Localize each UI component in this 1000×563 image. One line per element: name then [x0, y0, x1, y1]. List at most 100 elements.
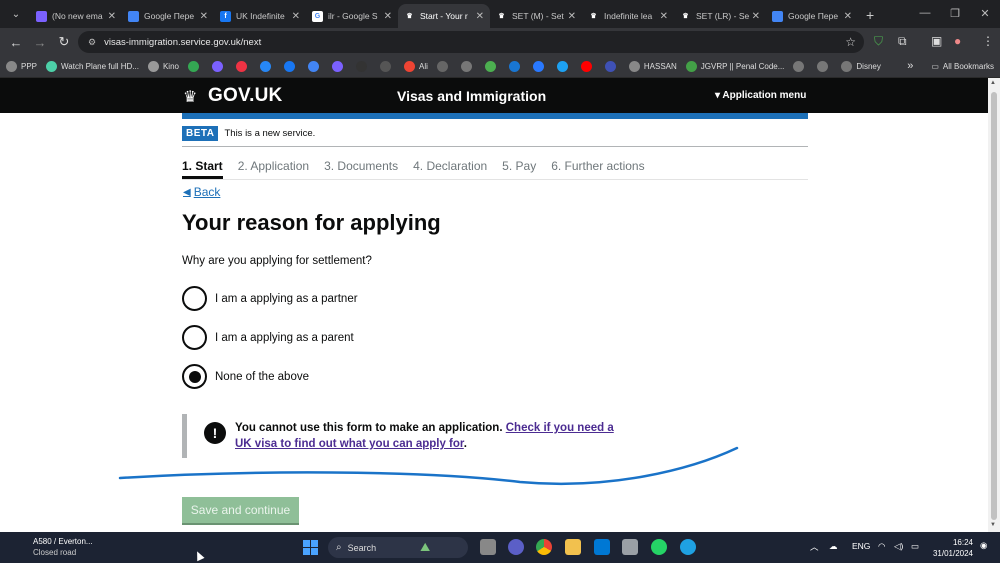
- bookmark-item[interactable]: Ali: [403, 61, 428, 72]
- bookmark-label: Disney: [856, 62, 881, 71]
- bookmark-item[interactable]: [484, 61, 500, 72]
- tab-close-icon[interactable]: ✕: [844, 11, 852, 22]
- browser-tab[interactable]: ♛ Indefinite lea ✕: [582, 4, 674, 28]
- profile-avatar-icon[interactable]: ●: [954, 34, 961, 48]
- bookmark-item[interactable]: [355, 61, 371, 72]
- bookmark-item[interactable]: Disney: [841, 61, 881, 72]
- mail-icon: [36, 10, 47, 22]
- tab-close-icon[interactable]: ✕: [752, 11, 760, 22]
- browser-tab[interactable]: (No new ema ✕: [30, 4, 122, 28]
- bookmark-item[interactable]: [187, 61, 203, 72]
- bookmark-favicon-icon: [685, 61, 697, 72]
- app-icon[interactable]: [622, 539, 638, 555]
- bookmark-star-icon[interactable]: ☆: [845, 35, 856, 49]
- bookmark-favicon-icon: [604, 61, 616, 72]
- tab-close-icon[interactable]: ✕: [660, 11, 668, 22]
- bookmark-item[interactable]: [460, 61, 476, 72]
- notifications-icon[interactable]: ◉: [980, 540, 987, 551]
- browser-tab[interactable]: f UK Indefinite ✕: [214, 4, 306, 28]
- browser-tab[interactable]: Google Пере ✕: [766, 4, 858, 28]
- clock[interactable]: 16:24 31/01/2024: [931, 537, 973, 559]
- taskbar-search[interactable]: ⌕ Search ⛰: [328, 537, 468, 558]
- bookmark-favicon-icon: [187, 61, 199, 72]
- minimize-icon[interactable]: —: [910, 0, 940, 26]
- bookmark-item[interactable]: [379, 61, 395, 72]
- windows-start-icon[interactable]: [303, 540, 318, 555]
- bookmark-item[interactable]: [556, 61, 572, 72]
- forward-arrow-icon[interactable]: →: [28, 35, 52, 50]
- browser-tab[interactable]: Gilr - Google S ✕: [306, 4, 398, 28]
- mail-app-icon[interactable]: [594, 539, 610, 555]
- scroll-down-icon[interactable]: ▼: [990, 522, 996, 528]
- browser-menu-icon[interactable]: ⋮: [982, 34, 994, 48]
- translate-icon: [772, 10, 783, 22]
- task-view-icon[interactable]: [480, 539, 496, 555]
- bookmark-item[interactable]: [259, 61, 275, 72]
- teams-icon[interactable]: [508, 539, 524, 555]
- bookmark-favicon-icon: [355, 61, 367, 72]
- weather-widget[interactable]: A580 / Everton... Closed road: [33, 536, 93, 558]
- language-indicator[interactable]: ENG: [852, 541, 870, 551]
- bookmark-favicon-icon: [436, 61, 448, 72]
- page-scrollbar[interactable]: ▲ ▼: [988, 78, 1000, 532]
- site-info-icon[interactable]: ⚙: [88, 37, 96, 48]
- hand-drawn-underline: [118, 446, 739, 486]
- bookmark-item[interactable]: [331, 61, 347, 72]
- bookmark-item[interactable]: [307, 61, 323, 72]
- bookmark-item[interactable]: [793, 61, 808, 72]
- chrome-icon[interactable]: [536, 539, 552, 555]
- bookmark-favicon-icon: [331, 61, 343, 72]
- whatsapp-icon[interactable]: [651, 539, 667, 555]
- browser-tab[interactable]: Google Пере ✕: [122, 4, 214, 28]
- bookmark-item[interactable]: [235, 61, 251, 72]
- tab-close-icon[interactable]: ✕: [292, 11, 300, 22]
- shield-extension-icon[interactable]: ⛉: [874, 34, 883, 49]
- maximize-icon[interactable]: ❐: [940, 0, 970, 26]
- bookmark-item[interactable]: PPP: [6, 61, 37, 72]
- bookmark-item[interactable]: JGVRP || Penal Code...: [685, 61, 784, 72]
- browser-tab[interactable]: ♛ SET (M) - Set ✕: [490, 4, 582, 28]
- bookmark-item[interactable]: Kino: [147, 61, 179, 72]
- tray-chevron-icon[interactable]: ︿: [810, 541, 819, 553]
- search-highlight-icon: ⛰: [420, 540, 431, 554]
- bookmark-item[interactable]: [211, 61, 227, 72]
- facebook-icon: f: [220, 10, 231, 22]
- tab-close-icon[interactable]: ✕: [200, 11, 208, 22]
- edge-icon[interactable]: [680, 539, 696, 555]
- bookmark-item[interactable]: HASSAN: [628, 61, 677, 72]
- new-tab-icon[interactable]: +: [866, 7, 874, 23]
- save-and-continue-button[interactable]: Save and continue: [182, 497, 299, 523]
- sidepanel-icon[interactable]: ▣: [931, 34, 942, 48]
- volume-icon[interactable]: ◁): [894, 541, 903, 552]
- battery-icon[interactable]: ▭: [911, 541, 919, 552]
- tab-close-icon[interactable]: ✕: [108, 11, 116, 22]
- close-window-icon[interactable]: ✕: [970, 0, 1000, 26]
- back-arrow-icon[interactable]: ←: [4, 35, 28, 50]
- reload-icon[interactable]: ↻: [52, 34, 76, 50]
- bookmarks-more-icon[interactable]: »: [907, 60, 913, 72]
- bookmark-item[interactable]: [532, 61, 548, 72]
- scrollbar-thumb[interactable]: [991, 92, 997, 520]
- bookmark-item[interactable]: [283, 61, 299, 72]
- bookmark-item[interactable]: [508, 61, 524, 72]
- wifi-icon[interactable]: ◠: [878, 541, 885, 552]
- file-explorer-icon[interactable]: [565, 539, 581, 555]
- all-bookmarks-link[interactable]: All Bookmarks: [943, 62, 994, 71]
- bookmark-item[interactable]: [604, 61, 620, 72]
- bookmark-item[interactable]: [436, 61, 452, 72]
- tab-close-icon[interactable]: ✕: [384, 11, 392, 22]
- bookmark-item[interactable]: [817, 61, 832, 72]
- browser-tab[interactable]: ♛ SET (LR) - Set ✕: [674, 4, 766, 28]
- bookmark-label: PPP: [21, 62, 38, 71]
- tab-search-icon[interactable]: ⌄: [4, 2, 28, 26]
- tab-close-icon[interactable]: ✕: [568, 11, 576, 22]
- bookmark-favicon-icon: [46, 61, 58, 72]
- browser-tab[interactable]: ♛ Start - Your r ✕: [398, 4, 490, 28]
- bookmark-item[interactable]: Watch Plane full HD...: [46, 61, 139, 72]
- tray-app-icon[interactable]: ☁: [829, 541, 838, 552]
- tab-close-icon[interactable]: ✕: [476, 11, 484, 22]
- extensions-puzzle-icon[interactable]: ⧉: [898, 34, 907, 49]
- scroll-up-icon[interactable]: ▲: [990, 80, 996, 86]
- bookmark-item[interactable]: [580, 61, 596, 72]
- url-input[interactable]: ⚙ visas-immigration.service.gov.uk/next …: [78, 31, 864, 53]
